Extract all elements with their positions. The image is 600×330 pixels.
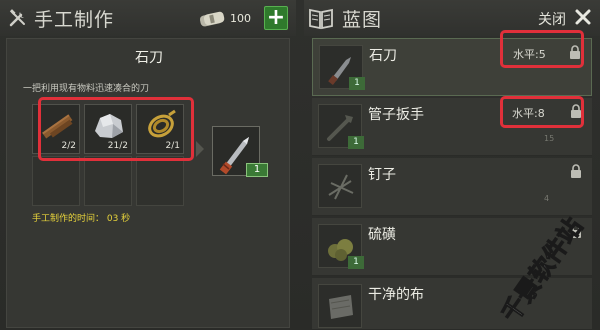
- blueprint-faint-count: 15: [544, 134, 555, 143]
- blueprint-name: 干净的布: [368, 287, 424, 303]
- watermark-logo: 千景软件站: [496, 212, 589, 327]
- blueprint-book-icon: [309, 8, 333, 30]
- empty-slot: [32, 156, 80, 206]
- empty-slot: [136, 156, 184, 206]
- blueprint-name: 石刀: [369, 48, 397, 64]
- blueprint-qty: 1: [349, 77, 365, 90]
- crafting-header: 手工制作 100 +: [0, 0, 296, 36]
- blueprint-title: 蓝图: [342, 9, 383, 31]
- cash-icon: [199, 11, 225, 27]
- nails-icon: [328, 174, 354, 200]
- craft-time-label: 手工制作的时间： 03 秒: [32, 214, 131, 224]
- crafting-title: 手工制作: [34, 9, 115, 31]
- lock-icon: [571, 164, 581, 178]
- blueprint-name: 硫磺: [368, 227, 396, 243]
- blueprint-name: 管子扳手: [368, 107, 424, 123]
- blueprint-name: 钉子: [368, 167, 396, 183]
- cloth-icon: [329, 295, 353, 319]
- close-label[interactable]: 关闭: [538, 9, 566, 29]
- currency-value: 100: [230, 12, 251, 25]
- blueprint-qty: 1: [348, 256, 364, 269]
- item-name: 石刀: [135, 50, 163, 66]
- level-highlight-2: [500, 96, 584, 128]
- crafting-panel: 手工制作 100 + 石刀 一把利用现有物料迅速凑合的刀 2/2 21/2 2/…: [0, 0, 296, 330]
- blueprint-thumb: [318, 164, 362, 208]
- level-highlight-1: [500, 30, 584, 68]
- game-crafting-screen: 手工制作 100 + 石刀 一把利用现有物料迅速凑合的刀 2/2 21/2 2/…: [0, 0, 600, 330]
- close-icon[interactable]: [574, 8, 592, 26]
- svg-text:千景软件站: 千景软件站: [496, 213, 588, 327]
- blueprint-thumb: [318, 284, 362, 328]
- craft-arrow-icon: [196, 141, 204, 157]
- blueprint-qty: 1: [348, 136, 364, 149]
- blueprint-row-nails[interactable]: 钉子 4: [312, 158, 592, 216]
- empty-slot: [84, 156, 132, 206]
- ingredients-highlight: [38, 97, 194, 161]
- tools-icon: [9, 9, 25, 27]
- add-currency-button[interactable]: +: [264, 6, 288, 30]
- item-description: 一把利用现有物料迅速凑合的刀: [23, 84, 150, 94]
- blueprint-faint-count: 4: [544, 194, 550, 203]
- result-count-badge: 1: [246, 163, 268, 177]
